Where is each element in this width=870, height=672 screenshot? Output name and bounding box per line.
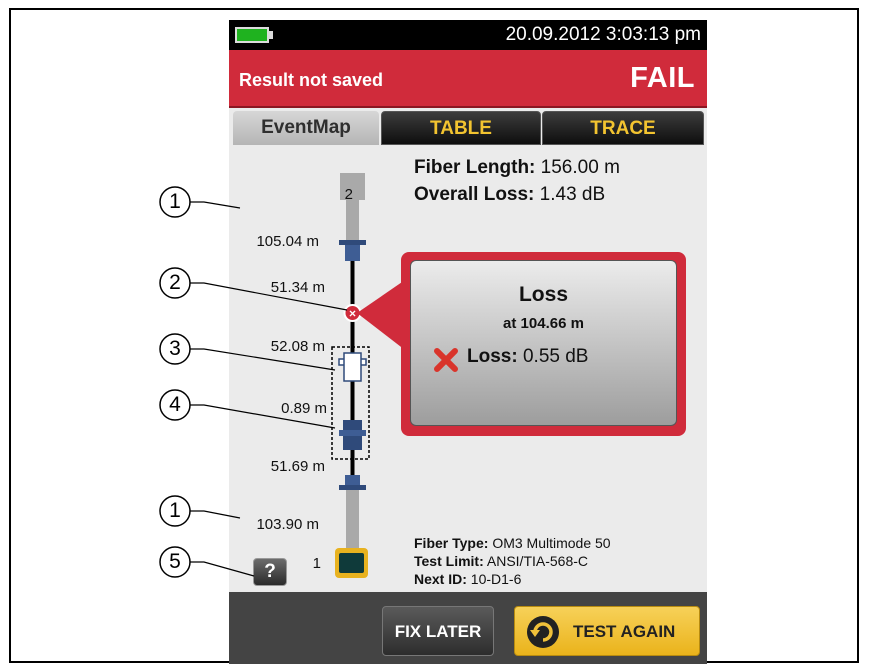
- popup-title: Loss: [518, 283, 568, 306]
- next-id-value: 10-D1-6: [470, 571, 522, 587]
- callout-number: 3: [169, 337, 181, 360]
- distance-label: 105.04 m: [256, 233, 319, 250]
- popup-pointer: [357, 280, 405, 350]
- fail-x-icon: [434, 348, 458, 372]
- distance-label: 0.89 m: [281, 400, 327, 417]
- next-id: Next ID: 10-D1-6: [414, 571, 521, 587]
- callout-number: 2: [169, 271, 181, 294]
- test-limit-value: ANSI/TIA-568-C: [486, 553, 589, 569]
- distance-label: 51.69 m: [270, 458, 325, 475]
- patch-cord-top: [346, 200, 359, 240]
- test-limit: Test Limit: ANSI/TIA-568-C: [414, 553, 588, 569]
- connector-event[interactable]: [345, 245, 360, 261]
- popup-loss-label: Loss:: [467, 346, 518, 367]
- tester-port-face: [339, 553, 364, 573]
- test-again-button[interactable]: TEST AGAIN: [514, 606, 700, 656]
- test-again-label: TEST AGAIN: [573, 622, 676, 641]
- popup-loss: Loss: 0.55 dB: [467, 346, 588, 368]
- next-id-label: Next ID:: [414, 571, 467, 587]
- test-limit-label: Test Limit:: [414, 553, 484, 569]
- end-label-top: 2: [344, 186, 353, 203]
- event-popup[interactable]: Loss at 104.66 m Loss: 0.55 dB: [410, 260, 677, 426]
- popup-loss-value: 0.55 dB: [522, 346, 589, 367]
- callout-number: 5: [169, 550, 181, 573]
- splice-flange: [339, 430, 366, 436]
- callout-number: 4: [169, 393, 181, 416]
- popup-subtitle: at 104.66 m: [503, 315, 584, 332]
- connector-flange-lower: [339, 485, 366, 490]
- help-button[interactable]: ?: [253, 558, 287, 586]
- fix-later-button[interactable]: FIX LATER: [382, 606, 494, 656]
- fiber-type: Fiber Type: OM3 Multimode 50: [414, 535, 611, 551]
- distance-label: 52.08 m: [270, 338, 325, 355]
- connector-flange: [339, 240, 366, 245]
- bottom-bar: FIX LATER TEST AGAIN: [229, 592, 707, 664]
- fiber-type-value: OM3 Multimode 50: [492, 535, 611, 551]
- fail-x-glyph: ×: [349, 307, 356, 321]
- distance-label: 51.34 m: [270, 279, 325, 296]
- patch-cord-bottom: [346, 490, 359, 548]
- refresh-icon: [527, 616, 559, 648]
- tester-screen: 20.09.2012 3:03:13 pm Result not saved F…: [229, 20, 707, 664]
- callout-number: 1: [169, 190, 181, 213]
- callout-number: 1: [169, 499, 181, 522]
- fiber-type-label: Fiber Type:: [414, 535, 489, 551]
- selected-connector-event[interactable]: [343, 352, 362, 382]
- distance-label: 103.90 m: [256, 516, 319, 533]
